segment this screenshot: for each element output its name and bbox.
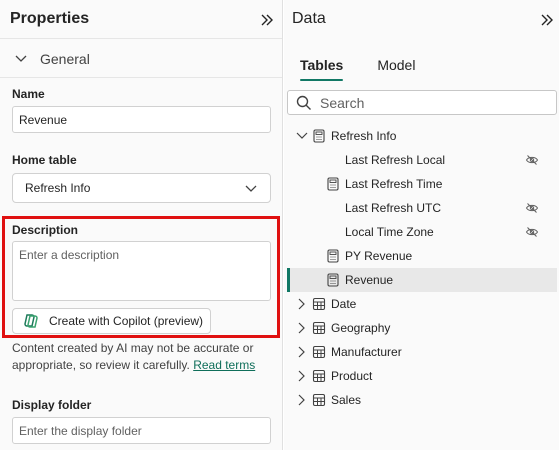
- create-with-copilot-button[interactable]: Create with Copilot (preview): [12, 308, 211, 334]
- calculator-icon: [313, 129, 325, 143]
- measure-icon-wrap: [326, 177, 340, 191]
- tree-expander[interactable]: [295, 369, 309, 383]
- collapse-properties-button[interactable]: [258, 11, 276, 29]
- chevron-down-icon: [296, 132, 308, 139]
- tree-item-label: Refresh Info: [331, 129, 397, 143]
- tree-item-label: Geography: [331, 321, 391, 335]
- tree-expander[interactable]: [295, 393, 309, 407]
- chevron-down-icon: [245, 185, 257, 192]
- chevron-right-icon: [298, 322, 305, 334]
- chevron-down-icon: [14, 51, 30, 67]
- general-section-label: General: [40, 50, 90, 67]
- tab-tables[interactable]: Tables: [300, 57, 344, 81]
- tab-model[interactable]: Model: [377, 57, 415, 81]
- properties-title: Properties: [10, 10, 90, 27]
- tree-item-label: Last Refresh Time: [345, 177, 443, 191]
- description-label: Description: [12, 223, 79, 237]
- tree-field-item[interactable]: Revenue: [287, 268, 557, 292]
- tree-expander[interactable]: [295, 129, 309, 143]
- table-icon-wrap: [312, 345, 326, 359]
- tree-item-label: Revenue: [345, 273, 394, 287]
- description-textarea[interactable]: Enter a description: [12, 241, 271, 301]
- tree-table-item[interactable]: Refresh Info: [287, 124, 557, 148]
- selection-indicator: [287, 268, 290, 292]
- tree-field-item[interactable]: Local Time Zone: [287, 220, 557, 244]
- tree-item-label: Sales: [331, 393, 362, 407]
- tree-table-item[interactable]: Geography: [287, 316, 557, 340]
- tree-table-item[interactable]: Manufacturer: [287, 340, 557, 364]
- tree-item-label: Date: [331, 297, 357, 311]
- chevron-right-icon: [298, 370, 305, 382]
- eye-hidden-icon: [525, 155, 539, 165]
- copilot-icon: [24, 314, 38, 328]
- display-folder-input[interactable]: Enter the display folder: [12, 417, 271, 444]
- tree-item-label: Manufacturer: [331, 345, 402, 359]
- home-table-label: Home table: [12, 153, 77, 167]
- table-icon: [312, 321, 326, 335]
- tree-table-item[interactable]: Product: [287, 364, 557, 388]
- name-input[interactable]: Revenue: [12, 106, 271, 133]
- tree-item-label: Last Refresh Local: [345, 153, 446, 167]
- tree-expander[interactable]: [295, 321, 309, 335]
- tree-item-label: PY Revenue: [345, 249, 413, 263]
- tree-item-label: Local Time Zone: [345, 225, 434, 239]
- home-table-dropdown[interactable]: Refresh Info: [12, 173, 271, 203]
- data-header: Data: [284, 0, 559, 39]
- tree-field-item[interactable]: Last Refresh Time: [287, 172, 557, 196]
- read-terms-link[interactable]: Read terms: [193, 358, 255, 372]
- display-folder-label: Display folder: [12, 398, 92, 412]
- table-icon: [312, 297, 326, 311]
- measure-icon-wrap: [326, 273, 340, 287]
- chevron-right-icon: [298, 298, 305, 310]
- data-pane: Data Tables Model Search Refresh Info Las…: [284, 0, 559, 450]
- calculator-icon: [327, 249, 339, 263]
- double-chevron-right-icon: [261, 14, 273, 26]
- table-icon-wrap: [312, 297, 326, 311]
- tree-field-item[interactable]: Last Refresh UTC: [287, 196, 557, 220]
- chevron-right-icon: [298, 394, 305, 406]
- calculator-icon: [327, 177, 339, 191]
- properties-header: Properties: [0, 0, 282, 39]
- general-section-toggle[interactable]: General: [0, 40, 282, 78]
- table-icon: [312, 369, 326, 383]
- tree-table-item[interactable]: Sales: [287, 388, 557, 412]
- table-icon-wrap: [312, 393, 326, 407]
- tree-item-label: Last Refresh UTC: [345, 201, 442, 215]
- eye-hidden-icon: [525, 203, 539, 213]
- tree-expander[interactable]: [295, 345, 309, 359]
- properties-pane: Properties General Name Revenue Home tab…: [0, 0, 283, 450]
- search-input[interactable]: Search: [287, 90, 557, 115]
- table-icon-wrap: [312, 129, 326, 143]
- home-table-value: Refresh Info: [25, 181, 91, 195]
- table-icon: [312, 345, 326, 359]
- table-icon: [312, 393, 326, 407]
- eye-hidden-icon: [525, 227, 539, 237]
- double-chevron-right-icon: [541, 14, 553, 26]
- tree-table-item[interactable]: Date: [287, 292, 557, 316]
- copilot-button-label: Create with Copilot (preview): [49, 314, 204, 328]
- calculator-icon: [327, 273, 339, 287]
- collapse-data-button[interactable]: [538, 11, 556, 29]
- data-title: Data: [292, 10, 326, 27]
- ai-disclaimer: Content created by AI may not be accurat…: [12, 340, 274, 374]
- tree-field-item[interactable]: PY Revenue: [287, 244, 557, 268]
- table-icon-wrap: [312, 369, 326, 383]
- name-label: Name: [12, 87, 45, 101]
- data-tabs: Tables Model: [300, 57, 415, 81]
- measure-icon-wrap: [326, 249, 340, 263]
- tree-expander[interactable]: [295, 297, 309, 311]
- tree-field-item[interactable]: Last Refresh Local: [287, 148, 557, 172]
- search-icon: [296, 95, 311, 110]
- table-icon-wrap: [312, 321, 326, 335]
- chevron-right-icon: [298, 346, 305, 358]
- search-placeholder: Search: [320, 94, 365, 111]
- tree-item-label: Product: [331, 369, 373, 383]
